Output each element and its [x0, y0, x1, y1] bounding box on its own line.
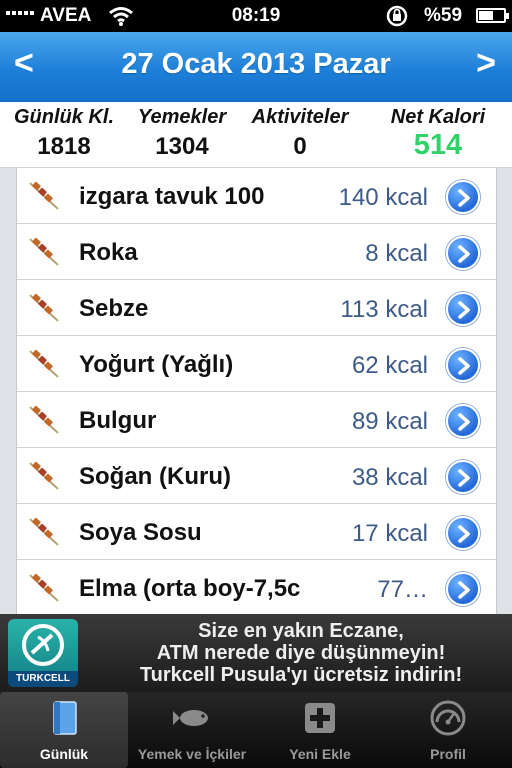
status-bar: AVEA 08:19 %59	[0, 0, 512, 32]
ad-line-3: Turkcell Pusula'yı ücretsiz indirin!	[139, 664, 463, 686]
daily-calorie-column: Günlük Kl. 1818	[0, 106, 128, 161]
food-kcal: 140 kcal	[338, 184, 428, 211]
kebab-icon	[27, 516, 61, 548]
food-list-area[interactable]: izgara tavuk 100 140 kcal Roka 8 kcal Sebze 1…	[0, 168, 512, 614]
food-kcal: 89 kcal	[351, 408, 428, 435]
ad-line-2: ATM nerede diye düşünmeyin!	[156, 642, 446, 664]
plus-icon	[300, 698, 340, 738]
tab-food-drinks[interactable]: Yemek ve İçkiler	[128, 692, 256, 768]
daily-calorie-label: Günlük Kl.	[14, 106, 114, 128]
tab-food-drinks-label: Yemek ve İçkiler	[137, 746, 247, 762]
food-kcal: 77…	[377, 576, 428, 603]
kebab-icon	[27, 292, 61, 324]
detail-disclosure-button[interactable]	[446, 572, 480, 606]
food-row[interactable]: Soğan (Kuru) 38 kcal	[17, 448, 496, 504]
calorie-summary: Günlük Kl. 1818 Yemekler 1304 Aktivitele…	[0, 102, 512, 168]
activities-value: 0	[293, 133, 307, 160]
meals-label: Yemekler	[137, 106, 227, 128]
detail-disclosure-button[interactable]	[446, 236, 480, 270]
date-navigation-bar: < 27 Ocak 2013 Pazar >	[0, 32, 512, 102]
net-calorie-column: Net Kalori 514	[374, 106, 502, 162]
food-row[interactable]: Sebze 113 kcal	[17, 280, 496, 336]
rotation-lock-icon	[385, 5, 409, 33]
food-name: Soya Sosu	[79, 519, 202, 546]
turkcell-logo-text: TURKCELL	[8, 671, 78, 687]
speedometer-icon	[428, 698, 468, 738]
meals-value: 1304	[155, 133, 209, 160]
food-row[interactable]: Roka 8 kcal	[17, 224, 496, 280]
food-name: izgara tavuk 100	[79, 183, 265, 210]
detail-disclosure-button[interactable]	[446, 404, 480, 438]
food-name: Soğan (Kuru)	[79, 463, 231, 490]
food-row[interactable]: Bulgur 89 kcal	[17, 392, 496, 448]
detail-disclosure-button[interactable]	[446, 348, 480, 382]
food-kcal: 113 kcal	[340, 296, 428, 323]
tab-profile[interactable]: Profil	[384, 692, 512, 768]
food-name: Yoğurt (Yağlı)	[79, 351, 234, 378]
kebab-icon	[27, 180, 61, 212]
kebab-icon	[27, 236, 61, 268]
food-list: izgara tavuk 100 140 kcal Roka 8 kcal Sebze 1…	[16, 168, 497, 614]
kebab-icon	[27, 404, 61, 436]
detail-disclosure-button[interactable]	[446, 180, 480, 214]
meals-column: Yemekler 1304	[118, 106, 246, 161]
food-row[interactable]: Soya Sosu 17 kcal	[17, 504, 496, 560]
food-row[interactable]: Elma (orta boy-7,5c 77…	[17, 560, 496, 614]
food-name: Roka	[79, 239, 138, 266]
activities-column: Aktiviteler 0	[236, 106, 364, 161]
tab-daily-label: Günlük	[39, 746, 89, 762]
food-kcal: 38 kcal	[351, 464, 428, 491]
activities-label: Aktiviteler	[251, 106, 349, 128]
kebab-icon	[27, 460, 61, 492]
battery-icon	[476, 8, 509, 23]
ad-banner[interactable]: TURKCELL Size en yakın Eczane, ATM nered…	[0, 614, 512, 692]
tab-daily[interactable]: Günlük	[0, 692, 128, 768]
food-name: Bulgur	[79, 407, 157, 434]
net-calorie-value: 514	[413, 129, 463, 161]
tab-profile-label: Profil	[430, 746, 466, 762]
tab-bar: Günlük Yemek ve İçkiler Yeni Ekle Profil	[0, 692, 512, 768]
net-calorie-label: Net Kalori	[390, 106, 486, 128]
fish-icon	[172, 698, 212, 738]
food-row[interactable]: izgara tavuk 100 140 kcal	[17, 168, 496, 224]
kebab-icon	[27, 572, 61, 604]
daily-calorie-value: 1818	[37, 133, 91, 160]
food-name: Elma (orta boy-7,5c	[79, 575, 301, 602]
food-kcal: 8 kcal	[365, 240, 428, 267]
kebab-icon	[27, 348, 61, 380]
food-kcal: 62 kcal	[351, 352, 428, 379]
next-day-button[interactable]: >	[476, 44, 496, 83]
detail-disclosure-button[interactable]	[446, 516, 480, 550]
tab-add-new[interactable]: Yeni Ekle	[256, 692, 384, 768]
ad-line-1: Size en yakın Eczane,	[198, 620, 404, 642]
detail-disclosure-button[interactable]	[446, 292, 480, 326]
detail-disclosure-button[interactable]	[446, 460, 480, 494]
turkcell-logo: TURKCELL	[8, 619, 78, 687]
date-title: 27 Ocak 2013 Pazar	[121, 48, 391, 80]
tab-add-new-label: Yeni Ekle	[289, 746, 351, 762]
food-row[interactable]: Yoğurt (Yağlı) 62 kcal	[17, 336, 496, 392]
food-kcal: 17 kcal	[351, 520, 428, 547]
battery-percent: %59	[424, 5, 463, 26]
food-name: Sebze	[79, 295, 149, 322]
book-icon	[44, 698, 84, 738]
ad-text: Size en yakın Eczane, ATM nerede diye dü…	[96, 620, 506, 686]
